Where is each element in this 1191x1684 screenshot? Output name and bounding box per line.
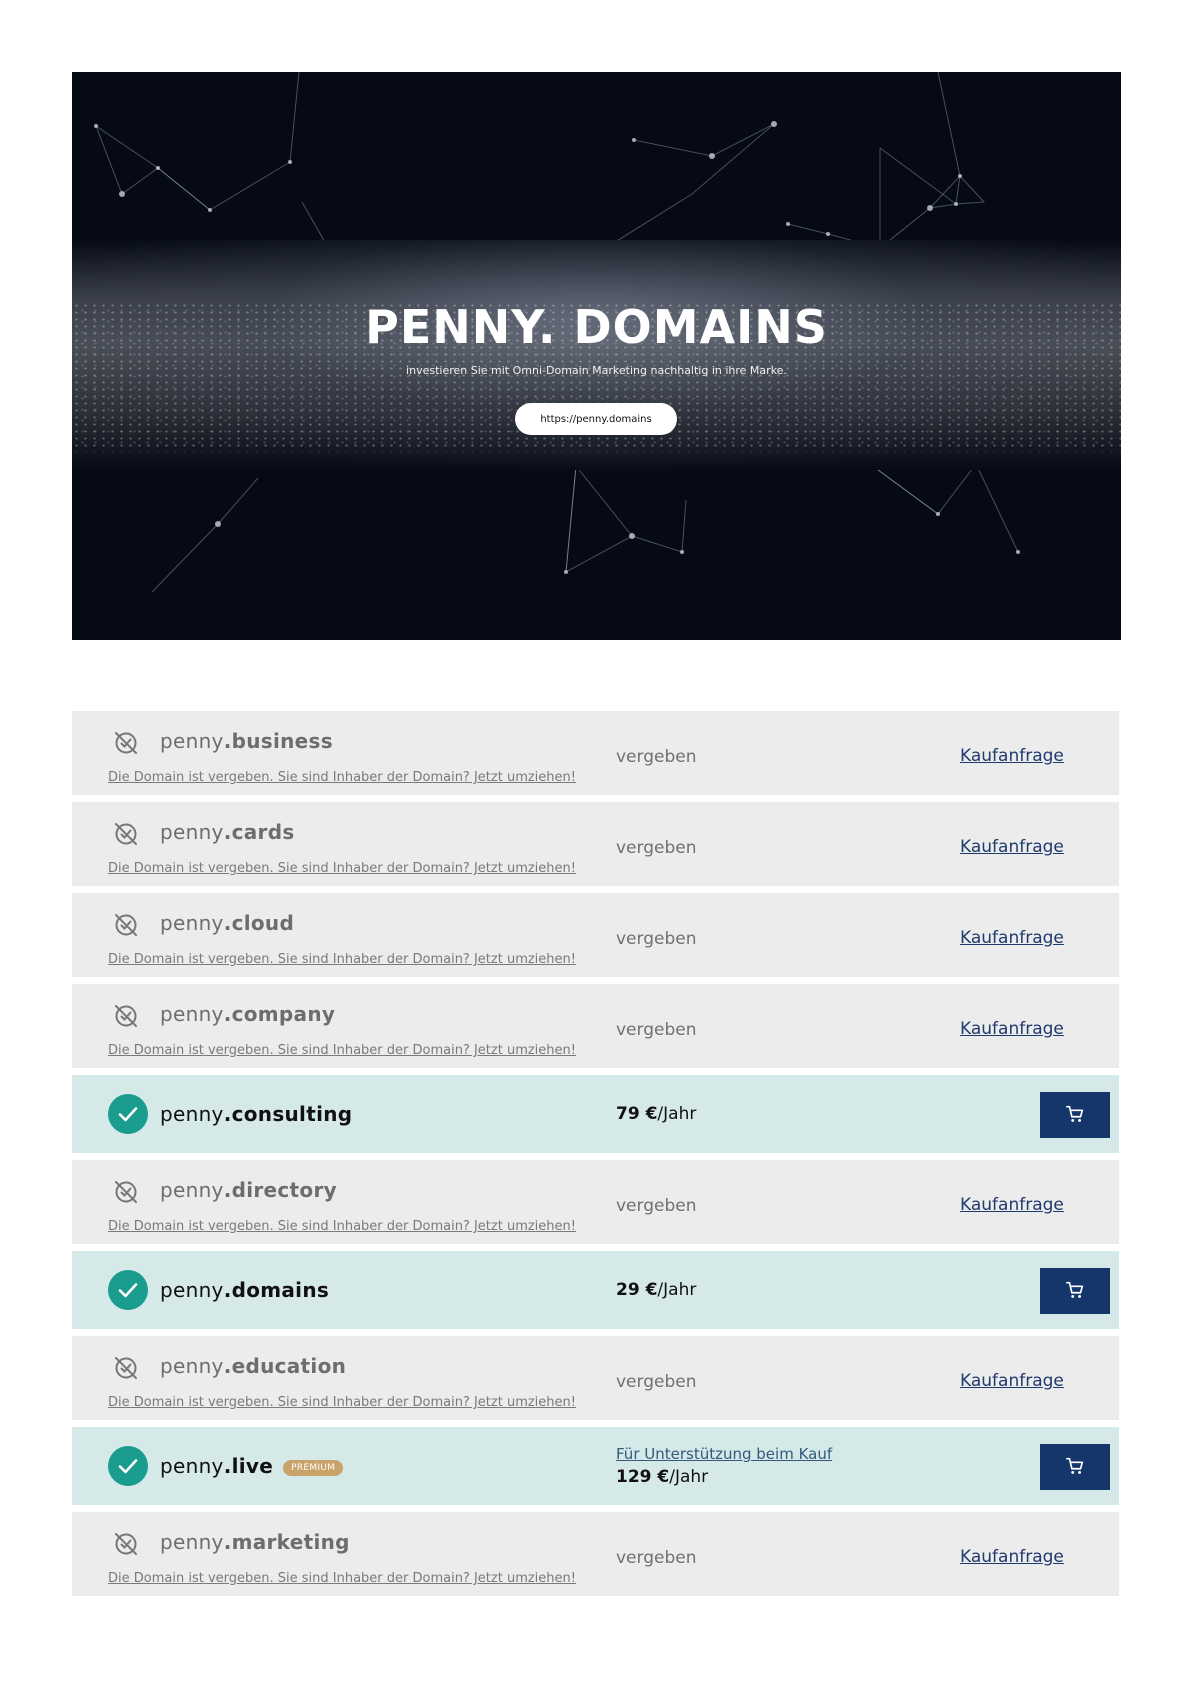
domain-tld: .business (223, 729, 333, 753)
price-unit: /Jahr (669, 1467, 709, 1487)
domain-status: vergeben (616, 747, 697, 767)
domain-price: 79 €/Jahr (616, 1104, 696, 1124)
domain-status: vergeben (616, 1196, 697, 1216)
domain-prefix: penny (160, 729, 224, 753)
domain-row-taken: penny.cloud Die Domain ist vergeben. Sie … (72, 893, 1119, 977)
domain-tld: .cards (223, 820, 295, 844)
shopping-cart-icon (1064, 1455, 1086, 1480)
domain-name: penny.cards (160, 820, 295, 844)
domain-prefix: penny (160, 1454, 224, 1478)
hero-url-button[interactable]: https://penny.domains (515, 403, 677, 435)
domain-prefix: penny (160, 1278, 224, 1302)
domain-row-taken: penny.company Die Domain ist vergeben. Si… (72, 984, 1119, 1068)
add-to-cart-button[interactable] (1040, 1444, 1110, 1490)
hero-banner: PENNY. DOMAINS investieren Sie mit Omni-… (72, 72, 1121, 640)
domain-row-taken: penny.directory Die Domain ist vergeben. … (72, 1160, 1119, 1244)
domain-name: penny.consulting (160, 1102, 352, 1126)
checkmark-icon (108, 1446, 148, 1486)
domain-tld: .company (223, 1002, 336, 1026)
domain-tld: .education (223, 1354, 347, 1378)
domain-prefix: penny (160, 820, 224, 844)
premium-badge: PREMIUM (283, 1460, 344, 1476)
transfer-domain-link[interactable]: Die Domain ist vergeben. Sie sind Inhabe… (108, 770, 576, 785)
price-amount: 29 € (616, 1280, 658, 1300)
domain-taken-icon (112, 911, 140, 939)
domain-tld: .live (223, 1454, 274, 1478)
domain-tld: .domains (223, 1278, 330, 1302)
domain-row-taken: penny.cards Die Domain ist vergeben. Sie … (72, 802, 1119, 886)
price-unit: /Jahr (657, 1280, 697, 1300)
purchase-request-link[interactable]: Kaufanfrage (960, 746, 1064, 766)
transfer-domain-link[interactable]: Die Domain ist vergeben. Sie sind Inhabe… (108, 1395, 576, 1410)
add-to-cart-button[interactable] (1040, 1092, 1110, 1138)
domain-taken-icon (112, 1178, 140, 1206)
purchase-request-link[interactable]: Kaufanfrage (960, 1547, 1064, 1567)
domain-taken-icon (112, 820, 140, 848)
hero-title: PENNY. DOMAINS (365, 300, 828, 354)
domain-status: vergeben (616, 1020, 697, 1040)
purchase-request-link[interactable]: Kaufanfrage (960, 928, 1064, 948)
domain-row-taken: penny.business Die Domain ist vergeben. S… (72, 711, 1119, 795)
domain-name: penny.domains (160, 1278, 329, 1302)
purchase-request-link[interactable]: Kaufanfrage (960, 1195, 1064, 1215)
domain-tld: .cloud (223, 911, 295, 935)
checkmark-icon (108, 1094, 148, 1134)
domain-status: vergeben (616, 1548, 697, 1568)
domain-name: penny.company (160, 1002, 335, 1026)
domain-status: vergeben (616, 1372, 697, 1392)
domain-prefix: penny (160, 1354, 224, 1378)
hero-subtitle: investieren Sie mit Omni-Domain Marketin… (406, 364, 787, 377)
domain-list: penny.business Die Domain ist vergeben. S… (72, 711, 1119, 1603)
domain-row-taken: penny.marketing Die Domain ist vergeben. … (72, 1512, 1119, 1596)
domain-row-available: penny.live PREMIUM Für Unterstützung beim … (72, 1427, 1119, 1505)
domain-status: vergeben (616, 838, 697, 858)
domain-name: penny.marketing (160, 1530, 350, 1554)
domain-prefix: penny (160, 1530, 224, 1554)
domain-name: penny.education (160, 1354, 346, 1378)
transfer-domain-link[interactable]: Die Domain ist vergeben. Sie sind Inhabe… (108, 861, 576, 876)
purchase-request-link[interactable]: Kaufanfrage (960, 1019, 1064, 1039)
domain-name: penny.live PREMIUM (160, 1454, 344, 1478)
add-to-cart-button[interactable] (1040, 1268, 1110, 1314)
domain-prefix: penny (160, 911, 224, 935)
transfer-domain-link[interactable]: Die Domain ist vergeben. Sie sind Inhabe… (108, 1043, 576, 1058)
domain-taken-icon (112, 1354, 140, 1382)
shopping-cart-icon (1064, 1279, 1086, 1304)
price-amount: 129 € (616, 1467, 670, 1487)
domain-name: penny.cloud (160, 911, 294, 935)
domain-tld: .directory (223, 1178, 337, 1202)
price-unit: /Jahr (657, 1104, 697, 1124)
domain-status: vergeben (616, 929, 697, 949)
domain-taken-icon (112, 1530, 140, 1558)
checkmark-icon (108, 1270, 148, 1310)
domain-tld: .consulting (223, 1102, 353, 1126)
domain-name: penny.business (160, 729, 333, 753)
price-amount: 79 € (616, 1104, 658, 1124)
domain-price: 129 €/Jahr (616, 1467, 708, 1487)
domain-row-available: penny.consulting 79 €/Jahr (72, 1075, 1119, 1153)
purchase-request-link[interactable]: Kaufanfrage (960, 1371, 1064, 1391)
domain-prefix: penny (160, 1178, 224, 1202)
domain-taken-icon (112, 1002, 140, 1030)
purchase-support-link[interactable]: Für Unterstützung beim Kauf (616, 1445, 832, 1463)
domain-row-taken: penny.education Die Domain ist vergeben. … (72, 1336, 1119, 1420)
shopping-cart-icon (1064, 1103, 1086, 1128)
domain-row-available: penny.domains 29 €/Jahr (72, 1251, 1119, 1329)
domain-prefix: penny (160, 1002, 224, 1026)
domain-price: 29 €/Jahr (616, 1280, 696, 1300)
domain-tld: .marketing (223, 1530, 350, 1554)
transfer-domain-link[interactable]: Die Domain ist vergeben. Sie sind Inhabe… (108, 1571, 576, 1586)
purchase-request-link[interactable]: Kaufanfrage (960, 837, 1064, 857)
domain-prefix: penny (160, 1102, 224, 1126)
transfer-domain-link[interactable]: Die Domain ist vergeben. Sie sind Inhabe… (108, 952, 576, 967)
domain-name: penny.directory (160, 1178, 337, 1202)
domain-taken-icon (112, 729, 140, 757)
transfer-domain-link[interactable]: Die Domain ist vergeben. Sie sind Inhabe… (108, 1219, 576, 1234)
